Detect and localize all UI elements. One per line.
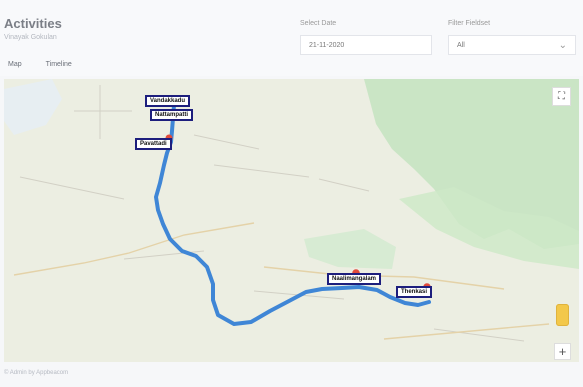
view-tabs: Map Timeline [8, 61, 72, 68]
chevron-down-icon: ⌄ [558, 39, 567, 51]
tab-map[interactable]: Map [8, 61, 22, 68]
map-label-thenkasi: Thenkasi [396, 286, 433, 298]
page-title: Activities [4, 16, 62, 31]
date-value: 21-11-2020 [309, 41, 345, 49]
filter-label: Filter Fieldset [448, 20, 491, 27]
map-label-nattampatti: Nattampatti [150, 109, 194, 121]
filter-select[interactable]: All ⌄ [448, 35, 576, 55]
fullscreen-button[interactable]: ⛶ [552, 87, 571, 106]
map-label-vandakkadu: Vandakkadu [145, 95, 191, 107]
footer-text: © Admin by Appbeacom [4, 370, 69, 376]
filter-value: All [457, 41, 465, 49]
zoom-plus-icon: + [558, 344, 567, 359]
tab-timeline[interactable]: Timeline [46, 61, 72, 68]
map-canvas[interactable]: Vandakkadu Nattampatti Pavattadi Naalima… [4, 79, 579, 362]
page-header: Activities Vinayak Gokulan Select Date 2… [0, 0, 583, 76]
fullscreen-icon: ⛶ [558, 91, 565, 102]
map-label-naalimangalam: Naalimangalam [327, 273, 382, 285]
map-svg [4, 79, 579, 362]
date-label: Select Date [300, 20, 337, 27]
pegman-icon[interactable] [556, 304, 569, 326]
map-label-pavattadi: Pavattadi [135, 138, 172, 150]
date-input[interactable]: 21-11-2020 [300, 35, 432, 55]
zoom-in-button[interactable]: + [554, 343, 571, 360]
page-subtitle: Vinayak Gokulan [4, 34, 57, 41]
